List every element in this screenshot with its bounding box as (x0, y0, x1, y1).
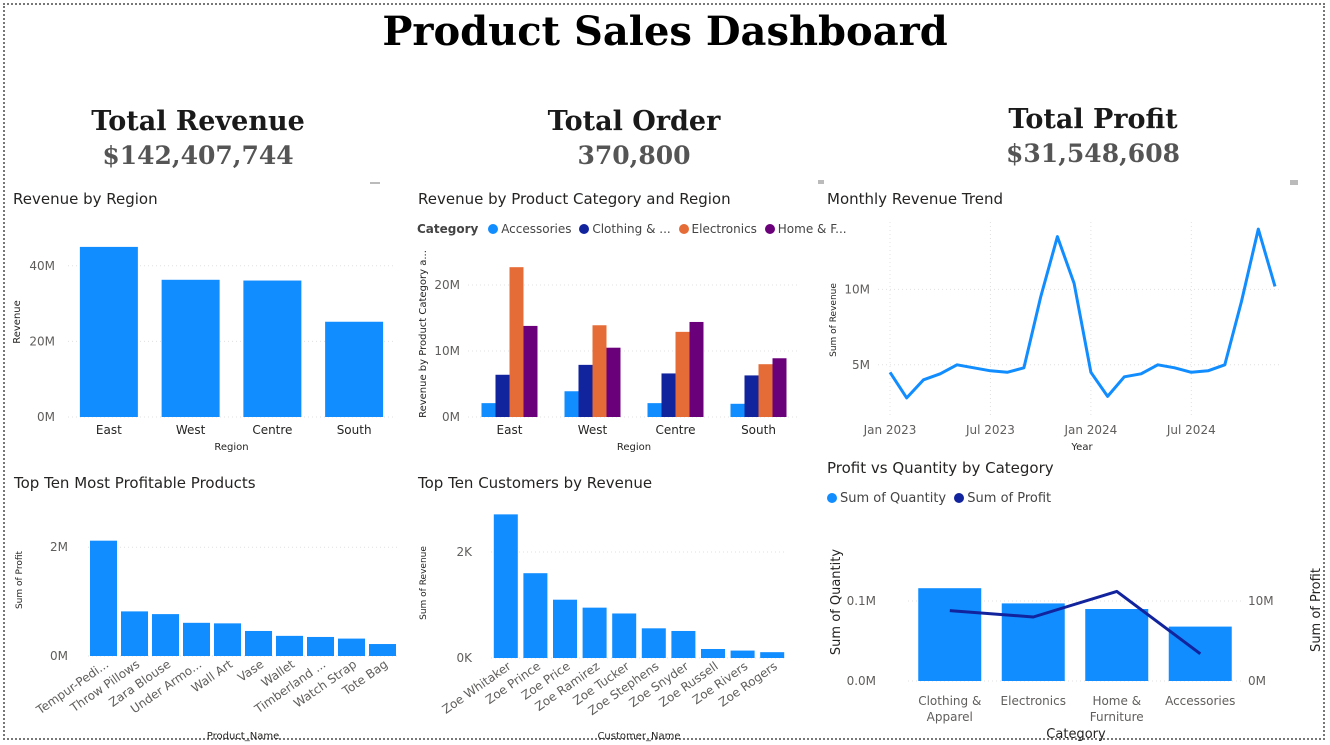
x-tick-label: Furniture (1090, 710, 1144, 724)
y-axis-title: Sum of Profit (1309, 568, 1324, 652)
y-axis-title: Sum of Quantity (829, 549, 844, 655)
x-axis-title: Category (1046, 727, 1106, 742)
series-line (949, 589, 1202, 656)
x-tick-label: Apparel (927, 710, 973, 724)
x-tick-label: Electronics (1001, 694, 1066, 708)
chart-profit-vs-quantity[interactable]: 0.0M 0.1M 0M 10M Clothing & Apparel Electronic… (0, 0, 1330, 745)
bar (1085, 609, 1149, 681)
x-tick-label: Home & (1092, 694, 1141, 708)
y-tick-label: 0M (1248, 674, 1266, 688)
y-tick-label: 0.0M (847, 674, 876, 688)
x-tick-label: Clothing & (918, 694, 981, 708)
y-tick-label: 10M (1248, 594, 1274, 608)
y-tick-label: 0.1M (847, 594, 876, 608)
x-tick-label: Accessories (1165, 694, 1235, 708)
bar (918, 588, 982, 681)
